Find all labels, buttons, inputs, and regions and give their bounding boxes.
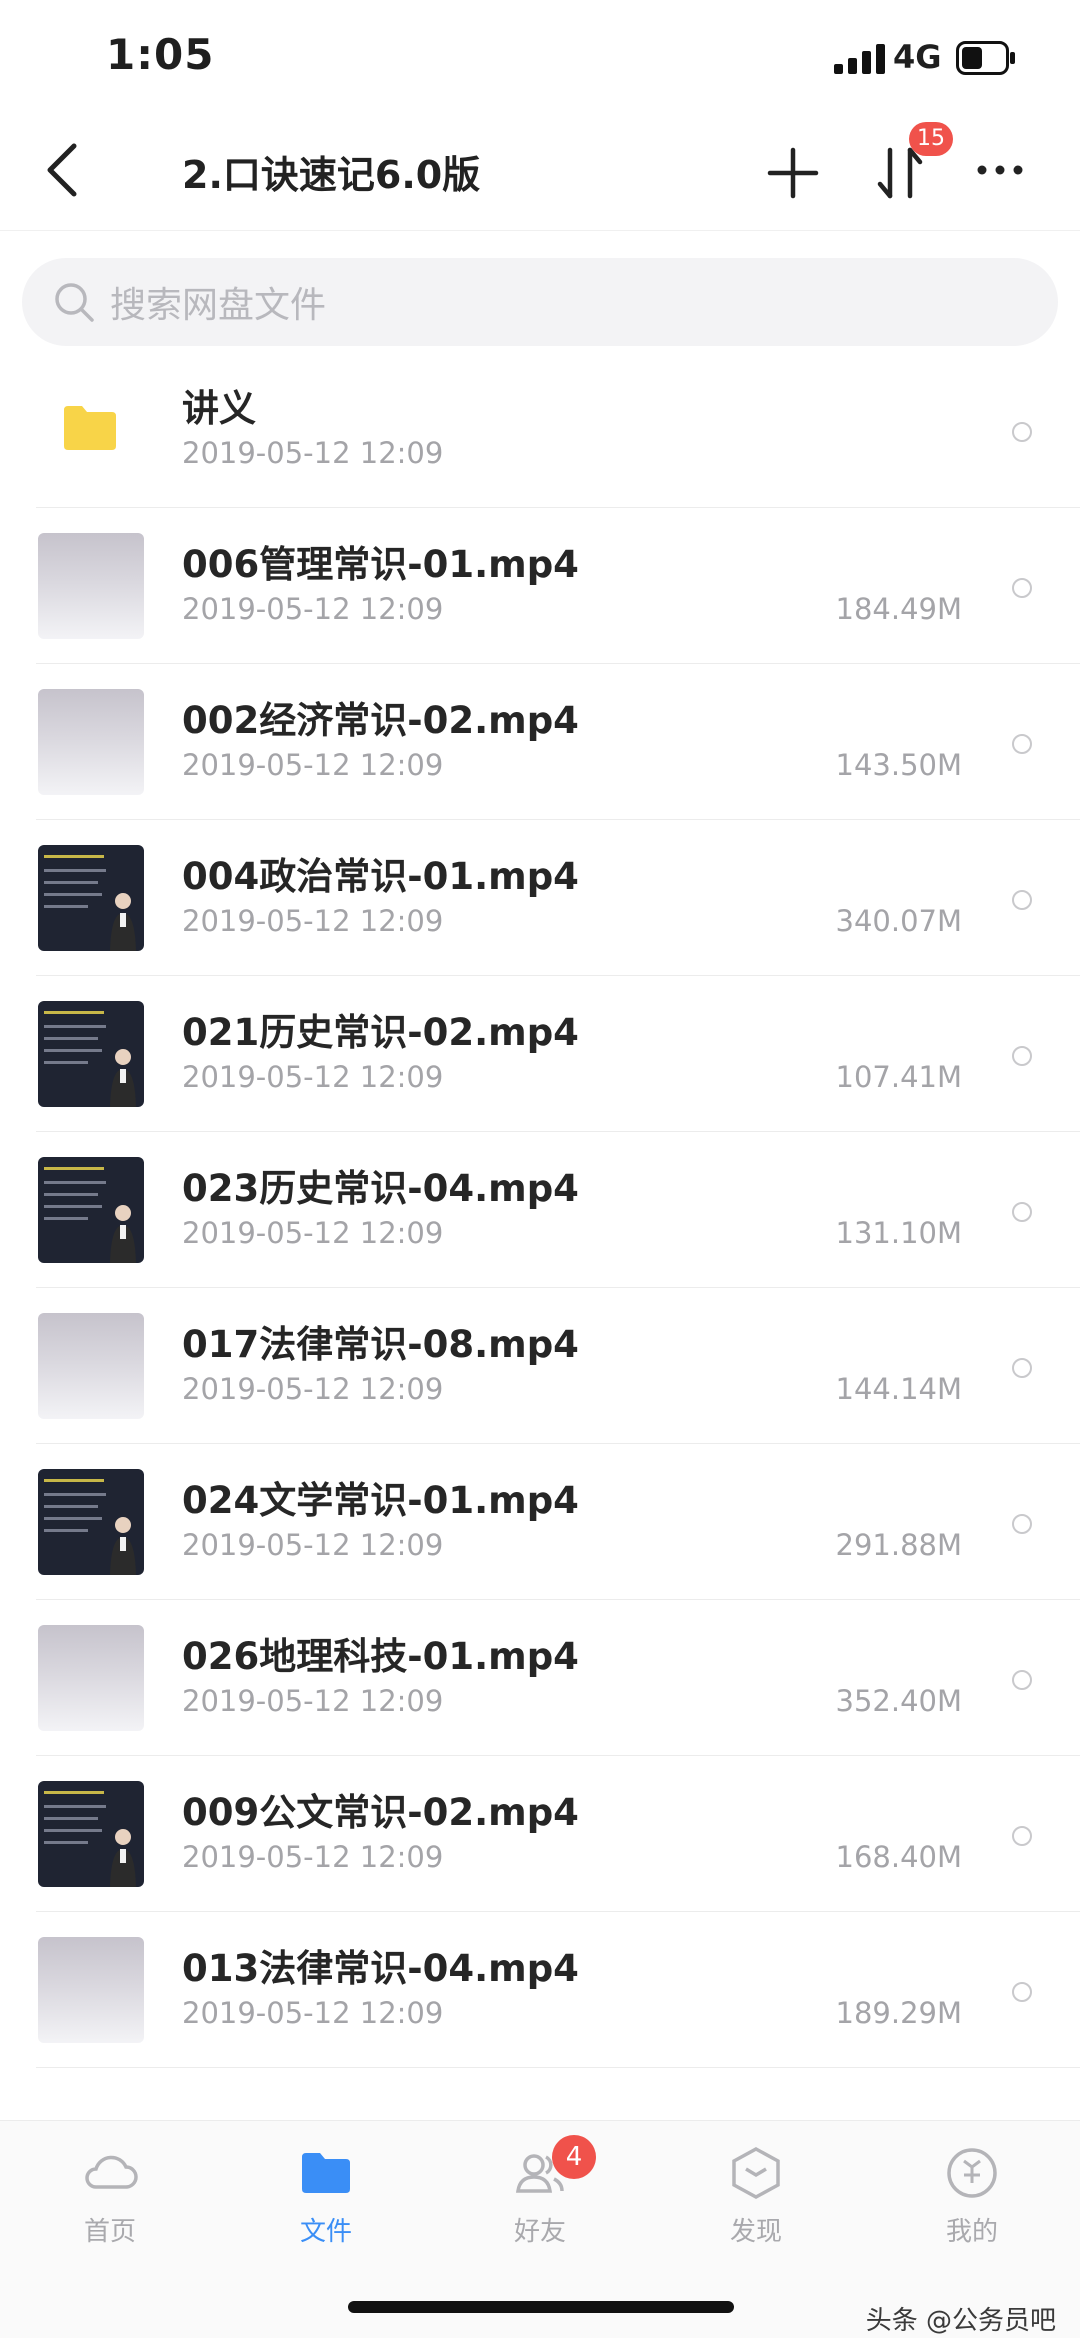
divider <box>36 2067 1080 2068</box>
file-date: 2019-05-12 12:09 <box>182 592 444 626</box>
file-name: 009公文常识-02.mp4 <box>182 1791 579 1834</box>
file-date: 2019-05-12 12:09 <box>182 904 444 938</box>
file-name: 006管理常识-01.mp4 <box>182 543 579 586</box>
file-date: 2019-05-12 12:09 <box>182 1528 444 1562</box>
video-thumbnail <box>38 1781 144 1887</box>
list-item[interactable]: 024文学常识-01.mp4 2019-05-12 12:09 291.88M <box>0 1444 1080 1600</box>
video-thumbnail <box>38 1313 144 1419</box>
file-size: 168.40M <box>835 1840 963 1874</box>
file-date: 2019-05-12 12:09 <box>182 1372 444 1406</box>
file-date: 2019-05-12 12:09 <box>182 1684 444 1718</box>
file-name: 023历史常识-04.mp4 <box>182 1167 579 1210</box>
folder-icon <box>302 2153 350 2193</box>
watermark: 头条 @公务员吧 <box>865 2306 1056 2336</box>
file-size: 143.50M <box>835 748 963 782</box>
file-size: 131.10M <box>835 1216 963 1250</box>
file-date: 2019-05-12 12:09 <box>182 1060 444 1094</box>
select-radio[interactable] <box>1012 1982 1032 2002</box>
tab-home[interactable]: 首页 <box>40 2143 180 2248</box>
file-name: 讲义 <box>182 387 256 430</box>
video-thumbnail <box>38 1157 144 1263</box>
select-radio[interactable] <box>1012 1514 1032 1534</box>
video-thumbnail <box>38 1469 144 1575</box>
file-name: 024文学常识-01.mp4 <box>182 1479 579 1522</box>
tab-label: 文件 <box>299 2217 352 2247</box>
search-placeholder: 搜索网盘文件 <box>110 285 327 326</box>
select-radio[interactable] <box>1012 1358 1032 1378</box>
file-size: 107.41M <box>835 1060 963 1094</box>
profile-icon <box>947 2148 997 2198</box>
video-thumbnail <box>38 1001 144 1107</box>
file-name: 013法律常识-04.mp4 <box>182 1947 579 1990</box>
file-name: 021历史常识-02.mp4 <box>182 1011 579 1054</box>
file-date: 2019-05-12 12:09 <box>182 1996 444 2030</box>
video-thumbnail <box>38 845 144 951</box>
tab-label: 我的 <box>945 2217 998 2247</box>
list-item[interactable]: 026地理科技-01.mp4 2019-05-12 12:09 352.40M <box>0 1600 1080 1756</box>
list-item[interactable]: 021历史常识-02.mp4 2019-05-12 12:09 107.41M <box>0 976 1080 1132</box>
battery-icon <box>956 41 1015 75</box>
tab-friends[interactable]: 4 好友 <box>470 2135 610 2248</box>
tab-label: 好友 <box>513 2217 566 2247</box>
file-size: 340.07M <box>835 904 963 938</box>
video-thumbnail <box>38 1937 144 2043</box>
file-date: 2019-05-12 12:09 <box>182 1216 444 1250</box>
discover-icon <box>732 2147 780 2199</box>
select-radio[interactable] <box>1012 1202 1032 1222</box>
search-input[interactable]: 搜索网盘文件 <box>22 258 1058 346</box>
file-date: 2019-05-12 12:09 <box>182 436 444 470</box>
list-item[interactable]: 002经济常识-02.mp4 2019-05-12 12:09 143.50M <box>0 664 1080 820</box>
select-radio[interactable] <box>1012 1670 1032 1690</box>
video-thumbnail <box>38 689 144 795</box>
tab-profile[interactable]: 我的 <box>902 2143 1042 2248</box>
tab-label: 发现 <box>729 2217 782 2247</box>
select-radio[interactable] <box>1012 422 1032 442</box>
transfer-badge: 15 <box>909 122 953 156</box>
list-item[interactable]: 023历史常识-04.mp4 2019-05-12 12:09 131.10M <box>0 1132 1080 1288</box>
file-size: 184.49M <box>835 592 963 626</box>
status-bar: 1:05 4G <box>0 0 1080 110</box>
list-item[interactable]: 006管理常识-01.mp4 2019-05-12 12:09 184.49M <box>0 508 1080 664</box>
signal-icon <box>834 44 885 74</box>
more-icon[interactable] <box>976 160 1024 180</box>
video-thumbnail <box>38 1625 144 1731</box>
file-size: 291.88M <box>835 1528 963 1562</box>
select-radio[interactable] <box>1012 890 1032 910</box>
list-item[interactable]: 讲义 2019-05-12 12:09 <box>0 352 1080 508</box>
list-item[interactable]: 004政治常识-01.mp4 2019-05-12 12:09 340.07M <box>0 820 1080 976</box>
file-size: 352.40M <box>835 1684 963 1718</box>
add-icon[interactable] <box>766 146 820 200</box>
status-time: 1:05 <box>106 30 215 79</box>
list-item[interactable]: 009公文常识-02.mp4 2019-05-12 12:09 168.40M <box>0 1756 1080 1912</box>
page-title: 2.口诀速记6.0版 <box>182 153 481 197</box>
file-name: 026地理科技-01.mp4 <box>182 1635 579 1678</box>
tab-label: 首页 <box>83 2217 136 2247</box>
friends-badge: 4 <box>552 2135 596 2179</box>
select-radio[interactable] <box>1012 1826 1032 1846</box>
back-icon[interactable] <box>40 138 86 202</box>
file-list: 讲义 2019-05-12 12:09 006管理常识-01.mp4 2019-05-… <box>0 352 1080 2122</box>
list-item[interactable]: 017法律常识-08.mp4 2019-05-12 12:09 144.14M <box>0 1288 1080 1444</box>
list-item[interactable]: 013法律常识-04.mp4 2019-05-12 12:09 189.29M <box>0 1912 1080 2068</box>
file-name: 002经济常识-02.mp4 <box>182 699 579 742</box>
select-radio[interactable] <box>1012 734 1032 754</box>
video-thumbnail <box>38 533 144 639</box>
folder-icon <box>64 406 116 450</box>
file-date: 2019-05-12 12:09 <box>182 748 444 782</box>
select-radio[interactable] <box>1012 578 1032 598</box>
file-size: 189.29M <box>835 1996 963 2030</box>
search-icon <box>55 283 94 322</box>
select-radio[interactable] <box>1012 1046 1032 1066</box>
cloud-icon <box>85 2155 138 2189</box>
tab-files[interactable]: 文件 <box>256 2143 396 2248</box>
tab-discover[interactable]: 发现 <box>686 2143 826 2248</box>
file-name: 004政治常识-01.mp4 <box>182 855 579 898</box>
network-type: 4G <box>893 38 942 76</box>
file-name: 017法律常识-08.mp4 <box>182 1323 579 1366</box>
file-size: 144.14M <box>835 1372 963 1406</box>
file-date: 2019-05-12 12:09 <box>182 1840 444 1874</box>
nav-bar: 2.口诀速记6.0版 15 <box>0 110 1080 231</box>
home-indicator <box>348 2301 734 2313</box>
